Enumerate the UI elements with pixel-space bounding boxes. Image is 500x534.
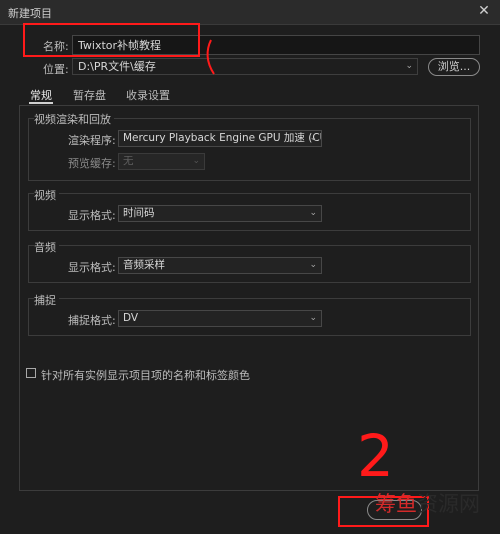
annotation-overlay: 2 (23, 23, 429, 527)
watermark: 筹鱼资源网 (375, 488, 480, 518)
annotation-box-name (23, 23, 200, 57)
watermark-part2: 资源网 (417, 492, 480, 516)
watermark-part1: 筹鱼 (375, 492, 417, 516)
annotation-number: 2 (357, 422, 394, 490)
annotation-stroke-one (206, 39, 215, 75)
